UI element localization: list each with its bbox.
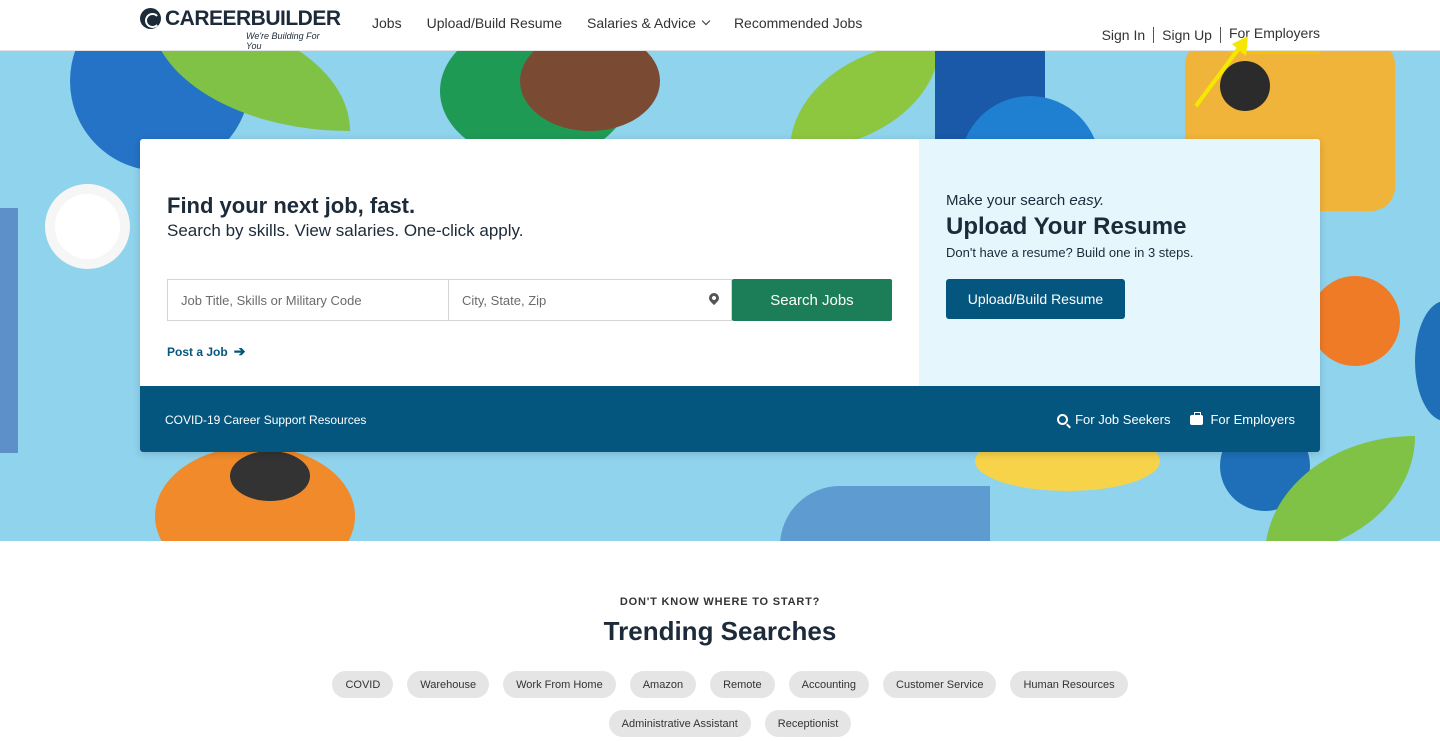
covid-resources-link[interactable]: COVID-19 Career Support Resources [165, 413, 366, 427]
sign-in-link[interactable]: Sign In [1102, 27, 1146, 43]
resume-panel: Make your search easy. Upload Your Resum… [919, 139, 1320, 386]
for-job-seekers-label: For Job Seekers [1075, 412, 1171, 427]
hero-section: Find your next job, fast. Search by skil… [0, 51, 1440, 541]
trending-chip[interactable]: Work From Home [503, 671, 616, 698]
resume-title: Upload Your Resume [946, 213, 1187, 240]
chevron-down-icon [701, 16, 711, 26]
trending-chip[interactable]: Amazon [629, 671, 697, 698]
location-pin-icon [706, 290, 722, 306]
decor-shape [230, 451, 310, 501]
logo-tagline: We're Building For You [246, 31, 320, 51]
location-placeholder: City, State, Zip [462, 292, 547, 308]
nav-recommended-jobs[interactable]: Recommended Jobs [734, 15, 862, 31]
decor-shape [1310, 276, 1400, 366]
audience-links: For Job Seekers For Employers [1057, 411, 1295, 427]
leaf-decor [790, 51, 940, 151]
card-footer-bar: COVID-19 Career Support Resources For Jo… [140, 386, 1320, 452]
nav-salaries-advice[interactable]: Salaries & Advice [586, 15, 711, 31]
briefcase-icon [1190, 411, 1204, 425]
decor-shape [45, 184, 130, 269]
for-employers-label: For Employers [1210, 412, 1295, 427]
job-title-input[interactable]: Job Title, Skills or Military Code [167, 279, 449, 321]
post-a-job-link[interactable]: Post a Job ➔ [167, 343, 245, 360]
logo-text: CAREERBUILDER [165, 7, 341, 30]
decor-shape [1415, 301, 1440, 421]
sign-up-link[interactable]: Sign Up [1162, 27, 1212, 43]
nav-label: Jobs [372, 15, 402, 31]
logo-icon [140, 8, 161, 29]
decor-shape [1220, 61, 1270, 111]
job-search-panel: Find your next job, fast. Search by skil… [140, 139, 919, 386]
hero-subheadline: Search by skills. View salaries. One-cli… [167, 221, 524, 240]
trending-chip[interactable]: Receptionist [764, 710, 852, 737]
nav-label: Recommended Jobs [733, 15, 863, 31]
resume-kicker-emphasis: easy. [1069, 192, 1105, 209]
trending-chips-row-2: Administrative Assistant Receptionist [0, 710, 1440, 737]
divider [1153, 26, 1155, 43]
search-card: Find your next job, fast. Search by skil… [140, 139, 1320, 452]
site-header: CAREERBUILDER We're Building For You Job… [0, 0, 1440, 54]
nav-label: Salaries & Advice [586, 15, 696, 31]
trending-chip[interactable]: Human Resources [1010, 671, 1128, 698]
arrow-right-icon: ➔ [233, 343, 246, 359]
search-jobs-button[interactable]: Search Jobs [732, 279, 892, 321]
resume-kicker-text: Make your search [946, 192, 1070, 209]
trending-chip[interactable]: Accounting [788, 671, 870, 698]
trending-chip[interactable]: Remote [710, 671, 775, 698]
decor-shape [780, 486, 990, 541]
search-icon [1057, 414, 1069, 425]
auth-links: Sign In Sign Up For Employers [1102, 15, 1320, 54]
trending-kicker: DON'T KNOW WHERE TO START? [619, 596, 821, 608]
trending-title: Trending Searches [603, 616, 837, 646]
location-input[interactable]: City, State, Zip [449, 279, 732, 321]
careerbuilder-logo[interactable]: CAREERBUILDER We're Building For You [140, 7, 341, 51]
main-nav: Jobs Upload/Build Resume Salaries & Advi… [372, 15, 862, 31]
decor-shape [0, 208, 18, 453]
hero-headline: Find your next job, fast. [167, 193, 416, 218]
trending-chips-row-1: COVID Warehouse Work From Home Amazon Re… [0, 671, 1440, 698]
upload-build-resume-button[interactable]: Upload/Build Resume [946, 279, 1125, 319]
trending-chip[interactable]: COVID [332, 671, 394, 698]
trending-chip[interactable]: Customer Service [883, 671, 997, 698]
nav-upload-resume[interactable]: Upload/Build Resume [427, 15, 562, 31]
trending-chip[interactable]: Administrative Assistant [608, 710, 751, 737]
nav-label: Upload/Build Resume [426, 15, 562, 31]
post-a-job-label: Post a Job [167, 344, 228, 359]
for-employers-link[interactable]: For Employers [1228, 25, 1320, 54]
resume-kicker: Make your search easy. [946, 192, 1104, 209]
for-job-seekers-link[interactable]: For Job Seekers [1057, 412, 1170, 427]
divider [1219, 26, 1221, 43]
nav-jobs[interactable]: Jobs [372, 15, 402, 31]
resume-subtitle: Don't have a resume? Build one in 3 step… [946, 245, 1194, 260]
for-employers-footer-link[interactable]: For Employers [1190, 411, 1295, 427]
trending-chip[interactable]: Warehouse [407, 671, 490, 698]
search-form: Job Title, Skills or Military Code City,… [167, 279, 892, 321]
